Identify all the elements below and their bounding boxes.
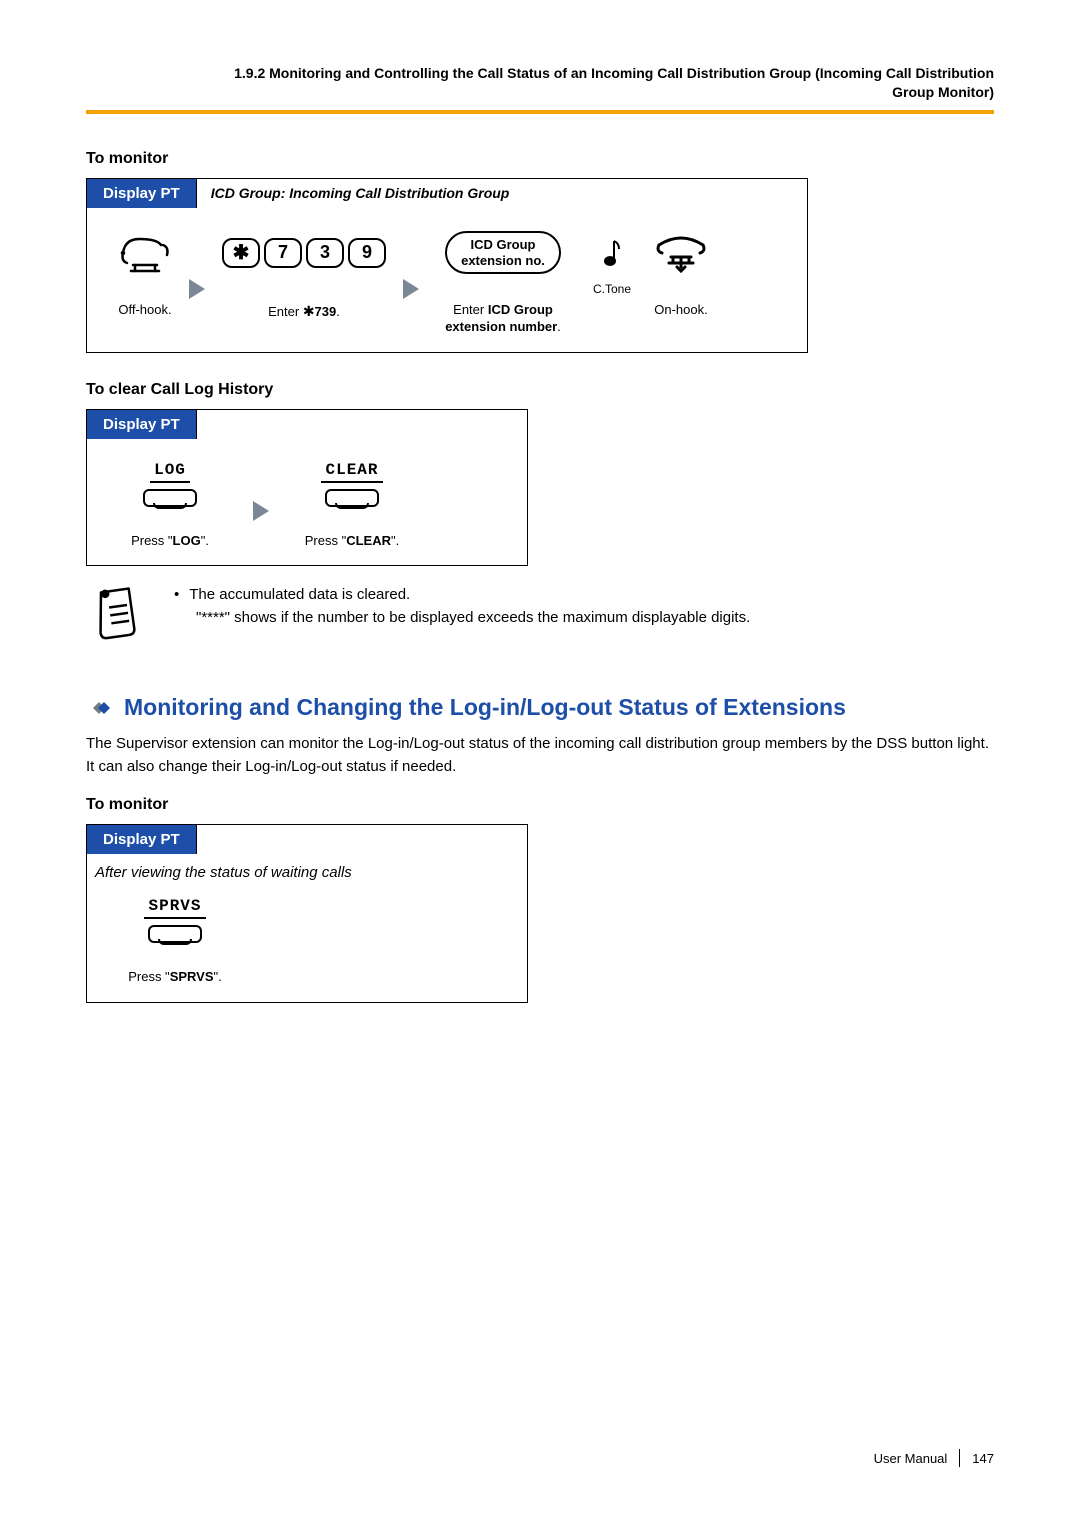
header-line2: Group Monitor)	[892, 84, 994, 100]
arrow-icon	[253, 501, 269, 521]
caption-log: Press "LOG".	[131, 533, 209, 550]
softkey-icon	[143, 489, 197, 507]
section-heading-row: Monitoring and Changing the Log-in/Log-o…	[86, 694, 994, 721]
key-star: ✱	[222, 238, 260, 268]
bullet-icon: •	[174, 586, 179, 603]
softkey-icon	[325, 489, 379, 507]
proc3-heading: To monitor	[86, 796, 994, 814]
running-header: 1.9.2 Monitoring and Controlling the Cal…	[86, 64, 994, 102]
arrow-icon	[189, 279, 205, 299]
proc1-tab: Display PT	[87, 178, 197, 208]
softbtn-clear-label: CLEAR	[321, 461, 382, 483]
caption-sprvs: Press "SPRVS".	[128, 969, 222, 986]
page-footer: User Manual 147	[874, 1449, 994, 1467]
caption-dial: Enter ✱739.	[268, 302, 340, 321]
section-heading: Monitoring and Changing the Log-in/Log-o…	[124, 694, 846, 721]
step-sprvs: SPRVS Press "SPRVS".	[115, 895, 235, 986]
step-ctone: C.Tone	[587, 228, 637, 296]
caption-ext: Enter ICD Groupextension number.	[445, 302, 561, 336]
proc1-box: Display PT ICD Group: Incoming Call Dist…	[86, 178, 808, 353]
note-page-icon	[94, 584, 146, 642]
onhook-icon	[653, 233, 709, 273]
header-line1: 1.9.2 Monitoring and Controlling the Cal…	[234, 65, 994, 81]
step-clear: CLEAR Press "CLEAR".	[297, 459, 407, 550]
caption-clear: Press "CLEAR".	[305, 533, 399, 550]
proc2-heading: To clear Call Log History	[86, 381, 994, 399]
softbtn-sprvs-label: SPRVS	[144, 897, 205, 919]
footer-page-number: 147	[972, 1451, 994, 1466]
proc1-heading: To monitor	[86, 150, 994, 168]
header-rule	[86, 110, 994, 114]
caption-offhook: Off-hook.	[118, 302, 171, 319]
note-icon	[600, 237, 624, 269]
note-block: • The accumulated data is cleared. "****"…	[86, 584, 994, 642]
section-paragraph: The Supervisor extension can monitor the…	[86, 733, 994, 778]
step-onhook: On-hook.	[651, 228, 711, 319]
step-dial: ✱ 7 3 9 Enter ✱739.	[219, 228, 389, 321]
proc2-box: Display PT LOG Press "LOG".	[86, 409, 528, 567]
note-line1: The accumulated data is cleared.	[189, 586, 410, 603]
step-log: LOG Press "LOG".	[115, 459, 225, 550]
arrow-icon	[403, 279, 419, 299]
step-ext-no: ICD Groupextension no. Enter ICD Groupex…	[433, 228, 573, 336]
ext-slot: ICD Groupextension no.	[445, 231, 561, 274]
ctone-label: C.Tone	[593, 282, 631, 296]
caption-onhook: On-hook.	[654, 302, 707, 319]
proc1-banner: ICD Group: Incoming Call Distribution Gr…	[197, 178, 807, 208]
offhook-icon	[117, 231, 173, 275]
proc3-tab: Display PT	[87, 824, 197, 854]
key-3: 3	[306, 238, 344, 268]
softkey-icon	[148, 925, 202, 943]
note-line2: "****" shows if the number to be display…	[196, 607, 750, 630]
key-7: 7	[264, 238, 302, 268]
softbtn-log-label: LOG	[150, 461, 190, 483]
diamond-bullet-icon	[86, 698, 114, 718]
proc2-tab: Display PT	[87, 409, 197, 439]
proc3-after-text: After viewing the status of waiting call…	[87, 854, 527, 895]
proc3-box: Display PT After viewing the status of w…	[86, 824, 528, 1003]
footer-label: User Manual	[874, 1451, 948, 1466]
key-9: 9	[348, 238, 386, 268]
step-offhook: Off-hook.	[115, 228, 175, 319]
